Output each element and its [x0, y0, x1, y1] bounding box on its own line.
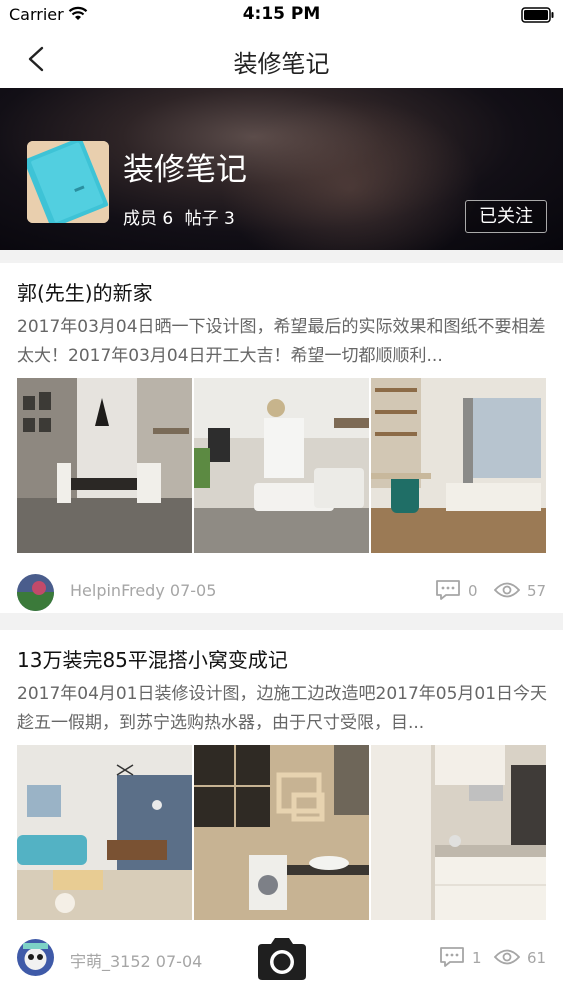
notebook-image — [27, 141, 109, 223]
post-image[interactable] — [17, 378, 192, 553]
post-image[interactable] — [194, 745, 369, 920]
post-excerpt: 2017年04月01日装修设计图，边施工边改造吧2017年05月01日今天趁五一… — [17, 684, 548, 733]
dining-room-photo — [17, 378, 192, 553]
view-count: 57 — [527, 582, 547, 600]
kitchen-photo — [371, 745, 546, 920]
status-bar: Carrier 4:15 PM — [0, 0, 563, 30]
post-image[interactable] — [371, 378, 546, 553]
comment-count: 0 — [468, 582, 478, 600]
comment-icon[interactable] — [439, 946, 465, 968]
group-name: 装修笔记 — [123, 152, 247, 188]
living-room-photo — [17, 745, 192, 920]
status-time: 4:15 PM — [242, 4, 321, 24]
author-and-date: 宇萌_3152 07-04 — [70, 952, 203, 971]
post-image[interactable] — [194, 378, 369, 553]
battery-icon — [521, 7, 554, 23]
page-title: 装修笔记 — [233, 50, 330, 78]
avatar[interactable] — [17, 939, 54, 976]
post-title[interactable]: 郭(先生)的新家 — [17, 277, 153, 306]
author-and-date: HelpinFredy 07-05 — [70, 581, 217, 600]
post-image[interactable] — [17, 745, 192, 920]
avatar[interactable] — [17, 574, 54, 611]
comment-count: 1 — [472, 949, 482, 967]
member-count: 成员 6 — [123, 209, 174, 229]
group-stats: 成员 6 帖子 3 — [123, 204, 241, 229]
user-avatar-image — [17, 574, 54, 611]
user-avatar-image — [17, 939, 54, 976]
post-title[interactable]: 13万装完85平混搭小窝变成记 — [17, 644, 288, 673]
view-count: 61 — [527, 949, 547, 967]
comment-icon[interactable] — [435, 579, 461, 601]
camera-button[interactable] — [254, 936, 310, 982]
post-count: 帖子 3 — [184, 209, 235, 229]
eye-icon — [494, 949, 520, 965]
bedroom-photo — [371, 378, 546, 553]
post-card[interactable]: 郭(先生)的新家 2017年03月04日晒一下设计图，希望最后的实际效果和图纸不… — [0, 263, 563, 613]
post-image[interactable] — [371, 745, 546, 920]
follow-button[interactable]: 已关注 — [465, 200, 547, 233]
group-thumbnail — [27, 141, 109, 223]
bathroom-photo — [194, 745, 369, 920]
eye-icon — [494, 582, 520, 598]
nav-bar: 装修笔记 — [0, 30, 563, 88]
post-excerpt: 2017年03月04日晒一下设计图，希望最后的实际效果和图纸不要相差太大！201… — [17, 317, 546, 366]
group-header: 装修笔记 成员 6 帖子 3 已关注 — [0, 88, 563, 250]
living-room-photo — [194, 378, 369, 553]
